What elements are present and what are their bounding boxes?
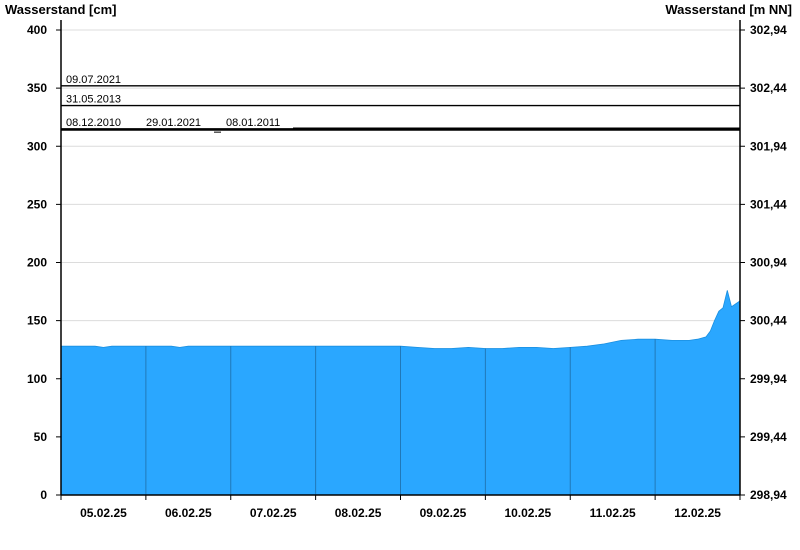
x-tick-label: 09.02.25: [420, 506, 467, 520]
left-tick-label: 200: [27, 256, 47, 270]
x-tick-label: 05.02.25: [80, 506, 127, 520]
right-tick-label: 301,44: [750, 197, 787, 211]
left-tick-label: 150: [27, 314, 47, 328]
reference-label: 08.01.2011: [226, 117, 280, 129]
reference-label: 31.05.2013: [66, 94, 121, 106]
left-tick-label: 300: [27, 139, 47, 153]
left-axis-title: Wasserstand [cm]: [5, 2, 117, 17]
reference-label: 29.01.2021: [146, 117, 201, 129]
left-tick-label: 100: [27, 372, 47, 386]
x-tick-label: 08.02.25: [335, 506, 382, 520]
left-tick-label: 50: [34, 430, 48, 444]
reference-levels: 09.07.2021 31.05.2013 08.12.2010 29.01.2021…: [61, 74, 740, 133]
right-tick-label: 300,94: [750, 256, 787, 270]
x-tick-label: 06.02.25: [165, 506, 212, 520]
left-tick-label: 400: [27, 23, 47, 37]
right-tick-label: 300,44: [750, 314, 787, 328]
right-tick-label: 301,94: [750, 139, 787, 153]
x-tick-label: 10.02.25: [504, 506, 551, 520]
x-tick-label: 11.02.25: [590, 506, 636, 520]
right-tick-label: 298,94: [750, 488, 787, 502]
reference-label: 09.07.2021: [66, 74, 121, 86]
right-tick-label: 302,94: [750, 23, 787, 37]
left-tick-label: 0: [40, 488, 47, 502]
right-tick-label: 299,44: [750, 430, 787, 444]
right-tick-label: 299,94: [750, 372, 787, 386]
reference-label: 08.12.2010: [66, 117, 121, 129]
right-tick-label: 302,44: [750, 81, 787, 95]
x-tick-label: 07.02.25: [250, 506, 297, 520]
right-axis-title: Wasserstand [m NN]: [665, 2, 792, 17]
left-tick-label: 350: [27, 81, 47, 95]
x-tick-label: 12.02.25: [674, 506, 721, 520]
water-level-chart: 09.07.2021 31.05.2013 08.12.2010 29.01.2021…: [5, 2, 792, 520]
left-tick-label: 250: [27, 197, 47, 211]
